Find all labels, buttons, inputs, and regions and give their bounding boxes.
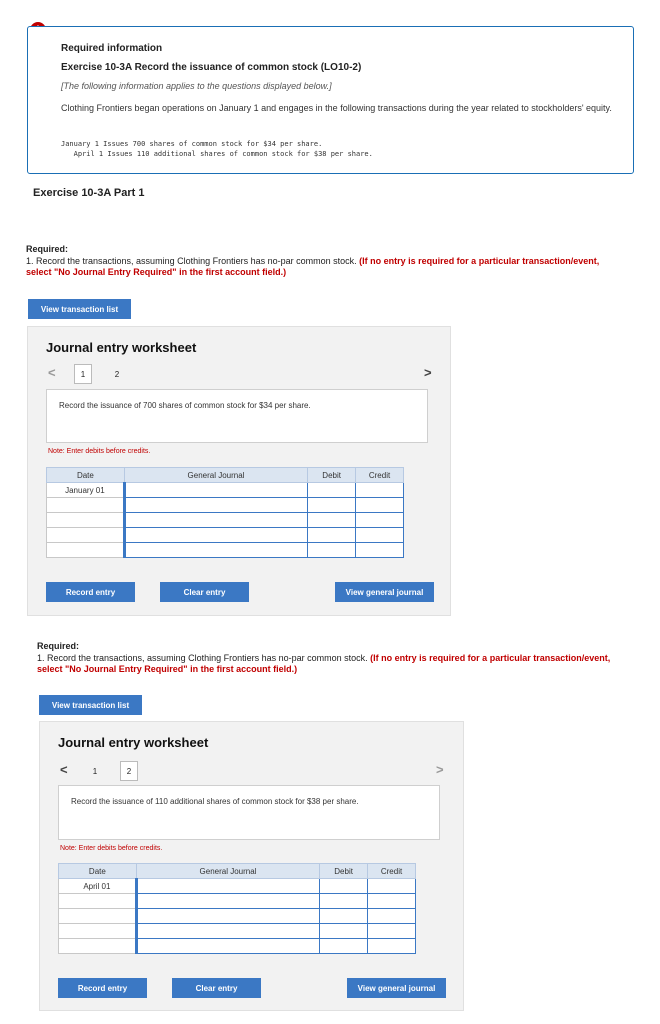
date-cell [58,908,137,924]
journal-entry-worksheet-1: Journal entry worksheet < 1 2 > Record t… [27,326,451,616]
clear-entry-button[interactable]: Clear entry [172,978,261,998]
transaction-prompt: Record the issuance of 700 shares of com… [46,389,428,443]
view-transaction-list-button[interactable]: View transaction list [39,695,142,715]
debit-input[interactable] [307,542,357,558]
table-row [58,938,416,954]
required-instruction: 1. Record the transactions, assuming Clo… [37,653,368,663]
debit-input[interactable] [307,512,357,528]
table-header: Date General Journal Debit Credit [58,863,416,879]
part-title: Exercise 10-3A Part 1 [33,187,145,199]
view-general-journal-button[interactable]: View general journal [347,978,446,998]
table-row [58,893,416,909]
credit-input[interactable] [367,923,416,939]
page-tab-2[interactable]: 2 [108,364,126,384]
general-journal-header: General Journal [135,863,321,879]
page-tab-2[interactable]: 2 [120,761,138,781]
account-input[interactable] [122,527,309,543]
debit-input[interactable] [307,482,357,498]
journal-table: Date General Journal Debit Credit Januar… [46,467,404,558]
debit-header: Debit [307,467,357,483]
account-input[interactable] [134,893,321,909]
transaction-prompt: Record the issuance of 110 additional sh… [58,785,440,840]
clear-entry-button[interactable]: Clear entry [160,582,249,602]
info-note: [The following information applies to th… [61,81,332,91]
credit-input[interactable] [355,542,404,558]
info-exercise-title: Exercise 10-3A Record the issuance of co… [61,62,362,73]
credit-input[interactable] [355,512,404,528]
account-input[interactable] [122,497,309,513]
date-cell [46,512,125,528]
debit-input[interactable] [319,908,369,924]
debit-input[interactable] [307,497,357,513]
table-row: January 01 [46,482,404,498]
credit-input[interactable] [367,938,416,954]
required-label: Required: [37,641,80,651]
credit-header: Credit [355,467,404,483]
transaction-list-text: January 1 Issues 700 shares of common st… [61,140,373,158]
date-cell [58,923,137,939]
debit-credit-note: Note: Enter debits before credits. [48,448,151,455]
journal-table: Date General Journal Debit Credit April … [58,863,416,954]
debit-input[interactable] [319,878,369,894]
view-general-journal-button[interactable]: View general journal [335,582,434,602]
credit-input[interactable] [355,482,404,498]
credit-input[interactable] [355,497,404,513]
account-input[interactable] [134,923,321,939]
account-input[interactable] [122,482,309,498]
credit-header: Credit [367,863,416,879]
table-row [46,512,404,528]
debit-input[interactable] [319,923,369,939]
debit-input[interactable] [319,893,369,909]
next-page-icon[interactable]: > [424,365,432,380]
required-text: 1. Record the transactions, assuming Clo… [26,256,606,278]
prev-page-icon[interactable]: < [48,365,56,380]
date-cell: January 01 [46,482,125,498]
next-page-icon[interactable]: > [436,762,444,777]
credit-input[interactable] [355,527,404,543]
credit-input[interactable] [367,908,416,924]
debit-header: Debit [319,863,369,879]
account-input[interactable] [122,542,309,558]
worksheet-title: Journal entry worksheet [46,340,197,355]
page-tab-1[interactable]: 1 [86,761,104,781]
table-row [58,923,416,939]
credit-input[interactable] [367,878,416,894]
date-header: Date [58,863,137,879]
info-description: Clothing Frontiers began operations on J… [61,103,612,113]
required-instruction: 1. Record the transactions, assuming Clo… [26,256,357,266]
date-cell [58,893,137,909]
prev-page-icon[interactable]: < [60,762,68,777]
table-row [46,497,404,513]
date-cell [58,938,137,954]
debit-credit-note: Note: Enter debits before credits. [60,845,163,852]
table-header: Date General Journal Debit Credit [46,467,404,483]
date-cell: April 01 [58,878,137,894]
account-input[interactable] [134,878,321,894]
credit-input[interactable] [367,893,416,909]
record-entry-button[interactable]: Record entry [46,582,135,602]
account-input[interactable] [134,938,321,954]
account-input[interactable] [122,512,309,528]
worksheet-title: Journal entry worksheet [58,735,209,750]
date-cell [46,542,125,558]
date-header: Date [46,467,125,483]
table-row: April 01 [58,878,416,894]
journal-entry-worksheet-2: Journal entry worksheet < 1 2 > Record t… [39,721,464,1011]
table-row [46,542,404,558]
info-title: Required information [61,43,163,54]
table-row [46,527,404,543]
date-cell [46,527,125,543]
required-text: 1. Record the transactions, assuming Clo… [37,653,617,675]
required-information-panel: Required information Exercise 10-3A Reco… [27,26,634,174]
table-row [58,908,416,924]
account-input[interactable] [134,908,321,924]
debit-input[interactable] [307,527,357,543]
record-entry-button[interactable]: Record entry [58,978,147,998]
date-cell [46,497,125,513]
page-tab-1[interactable]: 1 [74,364,92,384]
required-label: Required: [26,244,69,254]
general-journal-header: General Journal [123,467,309,483]
debit-input[interactable] [319,938,369,954]
view-transaction-list-button[interactable]: View transaction list [28,299,131,319]
